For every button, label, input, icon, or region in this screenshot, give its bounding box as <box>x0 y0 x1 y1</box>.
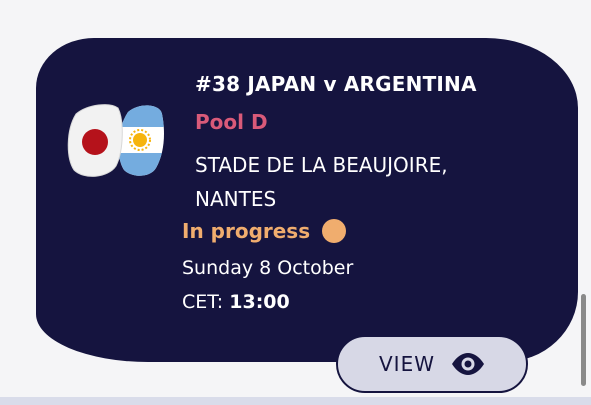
stadium-name: STADE DE LA BEAUJOIRE, NANTES <box>195 153 448 211</box>
status-dot-icon <box>322 219 347 243</box>
team-flags <box>62 100 172 180</box>
match-date: Sunday 8 October <box>182 257 354 279</box>
view-button[interactable]: VIEW <box>336 335 528 393</box>
match-time: CET: 13:00 <box>182 291 290 313</box>
view-button-label: VIEW <box>379 352 435 376</box>
eye-icon <box>452 353 484 375</box>
match-status: In progress <box>182 219 347 243</box>
time-label: CET: <box>182 291 224 313</box>
page-footer-strip <box>0 397 591 405</box>
team-flags-graphic <box>67 104 164 177</box>
match-title: #38 JAPAN v ARGENTINA <box>195 72 477 96</box>
status-label: In progress <box>182 219 311 243</box>
pool-label: Pool D <box>195 110 268 134</box>
time-value: 13:00 <box>229 291 290 313</box>
scrollbar-thumb[interactable] <box>581 294 586 386</box>
japan-flag-icon <box>67 104 123 177</box>
